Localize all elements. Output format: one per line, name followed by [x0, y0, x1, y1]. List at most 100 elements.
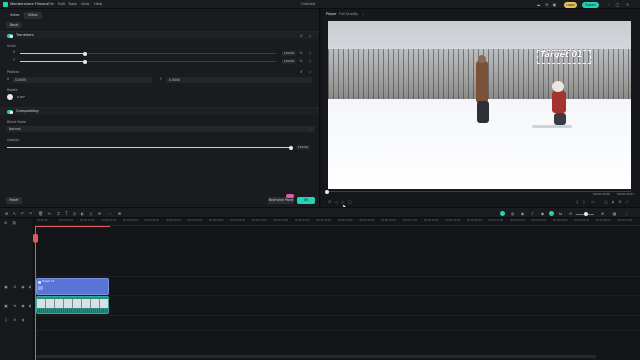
reset-button[interactable]: Reset [6, 197, 22, 204]
tab-video-1[interactable]: Video [6, 12, 24, 19]
mic-icon[interactable]: ◉ [520, 211, 525, 216]
undo-icon[interactable]: ↶ [20, 211, 25, 216]
title-overlay-text[interactable]: Target 01 [540, 51, 583, 59]
gift-icon[interactable]: ▣ [552, 2, 557, 7]
more-tools-icon[interactable]: ⋯ [107, 211, 112, 216]
audio-track-lock-icon[interactable]: ⊘ [13, 318, 17, 322]
progress-knob[interactable] [325, 190, 329, 194]
menu-help[interactable]: Help [94, 2, 102, 7]
audio-track-mute-icon[interactable]: ◖ [21, 318, 25, 322]
zoom-knob[interactable] [584, 212, 588, 216]
voiceover-icon[interactable]: ♪ [530, 211, 535, 216]
mark-in-icon[interactable]: { [575, 200, 579, 204]
minimize-icon[interactable]: – [606, 2, 611, 7]
menu-view[interactable]: View [81, 2, 90, 7]
zoom-out-icon[interactable]: ⊖ [568, 211, 573, 216]
mark-out-icon[interactable]: } [582, 200, 586, 204]
transform-toggle[interactable] [7, 34, 13, 38]
reset-icon[interactable]: ↺ [299, 34, 303, 38]
opacity-value[interactable]: 100.00 [296, 144, 310, 150]
menu-edit[interactable]: Edit [58, 2, 65, 7]
prev-frame-icon[interactable]: ◁ [334, 200, 338, 204]
zoom-in-icon[interactable]: ⊕ [600, 211, 605, 216]
text-icon[interactable]: T [64, 211, 69, 216]
track-2-mute-icon[interactable]: ◖ [28, 285, 32, 289]
scale-link-icon[interactable]: % [299, 51, 303, 55]
playhead-handle[interactable] [33, 234, 38, 243]
zoom-slider[interactable] [576, 212, 594, 216]
scale-x-keyframe-icon[interactable]: ◇ [308, 51, 312, 55]
auto-ripple-icon[interactable]: ⇆ [558, 211, 563, 216]
shield-icon[interactable]: ◍ [510, 211, 515, 216]
menu-tools[interactable]: Tools [68, 2, 77, 7]
render-preview-icon[interactable] [500, 211, 505, 216]
fullscreen-split-icon[interactable]: ⊡ [328, 200, 332, 204]
tab-basic[interactable]: Basic [6, 22, 23, 28]
grid-view-icon[interactable]: ▦ [612, 211, 617, 216]
playhead-line[interactable] [35, 226, 36, 360]
rotate-value[interactable]: 0.00° [17, 96, 25, 99]
maximize-icon[interactable]: □ [615, 2, 620, 7]
scale-y-keyframe-icon[interactable]: ◇ [308, 59, 312, 63]
scale-y-knob[interactable] [83, 59, 87, 64]
redo-icon[interactable]: ↷ [28, 211, 33, 216]
scale-y-value[interactable]: 100.00 [282, 58, 296, 64]
add-track-icon[interactable]: ⊞ [4, 221, 8, 225]
timeline-settings-icon[interactable]: ⋮ [624, 211, 629, 216]
login-button[interactable]: Login [564, 1, 577, 8]
video-preview[interactable]: Target 01 [328, 21, 631, 189]
crop-icon[interactable]: ⌗ [56, 211, 61, 216]
audio-icon[interactable]: ♫ [88, 211, 93, 216]
track-1-mute-icon[interactable]: ◖ [28, 304, 32, 308]
title-clip[interactable]: Target 01 [36, 278, 109, 295]
scale-y-slider[interactable] [20, 59, 276, 64]
position-y-field[interactable]: 0.0000 [166, 76, 312, 83]
opacity-slider[interactable] [7, 145, 293, 150]
scale-x-value[interactable]: 100.00 [282, 50, 296, 56]
player-progress-bar[interactable] [328, 191, 631, 192]
rotate-dial[interactable] [7, 94, 13, 100]
ok-button[interactable]: OK [297, 197, 315, 204]
layout-icon[interactable]: ⊞ [4, 211, 9, 216]
menu-file[interactable]: File [48, 2, 54, 7]
tab-video-2[interactable]: Video [24, 12, 42, 19]
track-2-lock-icon[interactable]: ⊘ [13, 285, 17, 289]
timeline-scrollbar[interactable] [36, 355, 596, 358]
snapshot-icon[interactable]: ◫ [604, 200, 608, 204]
ai-tool-icon[interactable]: ⌘ [117, 211, 122, 216]
display-settings-icon[interactable]: ▭ [591, 200, 595, 204]
select-tool-icon[interactable]: ↖ [12, 211, 17, 216]
blend-mode-select[interactable]: Normal [6, 126, 315, 132]
compositing-section-header[interactable]: Compositing [0, 107, 319, 115]
opacity-knob[interactable] [289, 145, 293, 150]
video-clip[interactable] [36, 296, 109, 314]
close-icon[interactable]: × [625, 2, 630, 7]
position-reset-icon[interactable]: ↺ [299, 70, 303, 74]
quality-select[interactable]: Full Quality [339, 12, 358, 16]
track-2-visibility-icon[interactable]: ◉ [21, 285, 25, 289]
delete-icon[interactable]: 🗑 [38, 211, 43, 216]
preview-quality-icon[interactable]: ⚙ [618, 200, 622, 204]
compositing-toggle[interactable] [7, 110, 13, 114]
marker-icon[interactable]: ◆ [540, 211, 545, 216]
chevron-down-icon[interactable]: ⌄ [361, 12, 365, 16]
keyframe-icon[interactable]: ◇ [308, 34, 312, 38]
freeze-frame-icon[interactable]: ❄ [97, 211, 102, 216]
track-1-visibility-icon[interactable]: ◉ [21, 304, 25, 308]
keyframe-panel-button[interactable]: Keyframe Panel [268, 197, 294, 204]
track-1-lock-icon[interactable]: ⊘ [13, 304, 17, 308]
export-button[interactable]: Export [582, 1, 599, 8]
scale-x-slider[interactable] [20, 51, 276, 56]
timeline-ruler[interactable]: 00:00:00 00:00:01:00 00:00:02:00 00:00:03:0… [35, 218, 640, 226]
position-x-field[interactable]: 0.0000 [12, 76, 152, 83]
transform-section-header[interactable]: Transform ↺ ◇ [0, 31, 319, 39]
speed-icon[interactable]: ◷ [72, 211, 77, 216]
snap-toggle-icon[interactable] [549, 211, 554, 216]
link-icon[interactable]: ⛓ [12, 221, 17, 225]
volume-icon[interactable]: ◖ [611, 200, 615, 204]
scale-x-knob[interactable] [83, 51, 87, 56]
notification-icon[interactable]: ◔ [544, 2, 549, 7]
cloud-icon[interactable]: ☁ [536, 2, 541, 7]
expand-icon[interactable]: ⤢ [625, 200, 629, 204]
tab-player[interactable]: Player [326, 12, 337, 16]
